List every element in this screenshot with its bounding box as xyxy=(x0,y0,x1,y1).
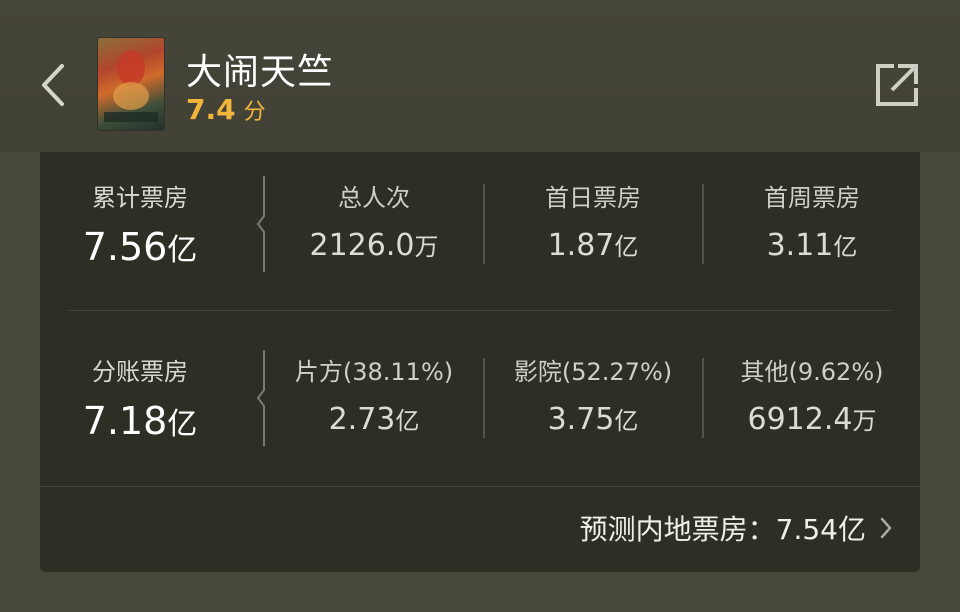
share-external-icon xyxy=(876,64,918,106)
first-week-box-office: 首周票房 3.11亿 xyxy=(703,178,921,263)
forecast-link[interactable]: 预测内地票房：7.54亿 xyxy=(580,508,892,548)
forecast-text: 预测内地票房：7.54亿 xyxy=(579,513,866,546)
stat-label: 总人次 xyxy=(338,184,410,212)
stat-label: 影院(52.27%) xyxy=(513,358,673,386)
split-label: 分账票房 xyxy=(92,358,188,386)
movie-title: 大闹天竺 xyxy=(186,52,335,93)
movie-poster[interactable] xyxy=(98,38,164,130)
back-button[interactable] xyxy=(34,60,74,110)
movie-score: 7.4 分 xyxy=(186,93,266,126)
share-button[interactable] xyxy=(872,60,922,110)
score-unit: 分 xyxy=(243,100,266,125)
stat-label: 片方(38.11%) xyxy=(294,358,454,386)
chevron-left-icon xyxy=(42,64,64,106)
box-office-card: 累计票房 7.56亿 总人次 2126.0万 首日票房 1.87亿 首周票房 3… xyxy=(40,152,920,572)
split-box-office: 分账票房 7.18亿 xyxy=(60,352,220,443)
score-value: 7.4 xyxy=(186,93,236,126)
stat-value: 2.73亿 xyxy=(328,402,420,437)
cumulative-box-office: 累计票房 7.56亿 xyxy=(60,178,220,269)
movie-header: 大闹天竺 7.4 分 xyxy=(0,0,960,152)
row-divider xyxy=(68,310,892,311)
poster-art xyxy=(104,50,158,122)
stat-value: 6912.4万 xyxy=(747,402,877,437)
distributor-share: 片方(38.11%) 2.73亿 xyxy=(264,352,484,437)
total-admissions: 总人次 2126.0万 xyxy=(264,178,484,263)
cinema-share: 影院(52.27%) 3.75亿 xyxy=(484,352,702,437)
stat-value: 2126.0万 xyxy=(309,228,439,263)
stat-value: 3.11亿 xyxy=(766,228,858,263)
split-value: 7.18亿 xyxy=(82,399,198,443)
stat-label: 首日票房 xyxy=(545,184,641,212)
first-day-box-office: 首日票房 1.87亿 xyxy=(484,178,702,263)
row-divider xyxy=(40,486,920,487)
stat-label: 其他(9.62%) xyxy=(740,358,884,386)
other-share: 其他(9.62%) 6912.4万 xyxy=(703,352,921,437)
stat-label: 首周票房 xyxy=(764,184,860,212)
stat-value: 1.87亿 xyxy=(547,228,639,263)
chevron-right-icon xyxy=(880,517,892,539)
cumulative-value: 7.56亿 xyxy=(82,225,198,269)
cumulative-label: 累计票房 xyxy=(92,184,188,212)
stat-value: 3.75亿 xyxy=(547,402,639,437)
